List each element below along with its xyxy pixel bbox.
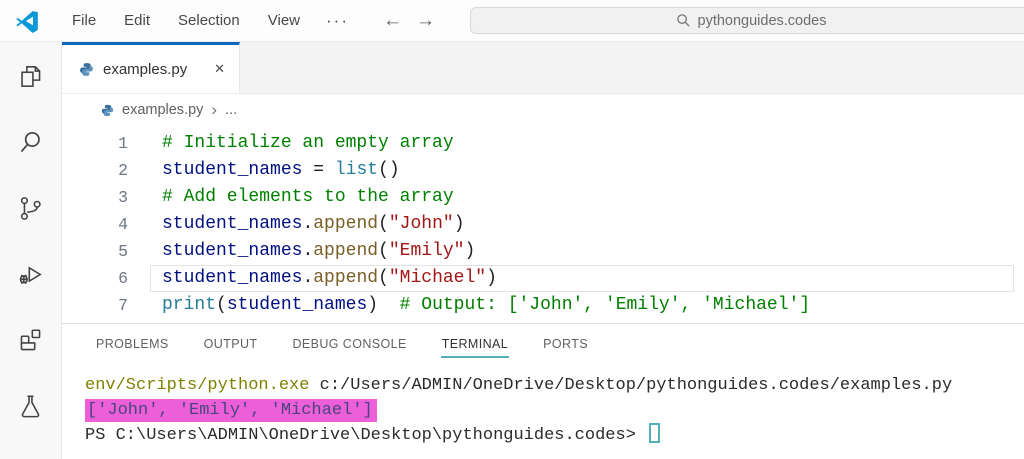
line-number: 7 bbox=[118, 296, 128, 315]
search-value: pythonguides.codes bbox=[697, 12, 827, 29]
terminal-lines: env/Scripts/python.exe c:/Users/ADMIN/On… bbox=[85, 373, 1024, 448]
tab-bar: examples.py ✕ bbox=[62, 42, 1024, 94]
run-debug-icon[interactable] bbox=[9, 252, 53, 296]
python-file-icon bbox=[100, 103, 115, 118]
line-number: 5 bbox=[118, 242, 128, 261]
terminal-text: env/Scripts/python.exe bbox=[85, 376, 310, 395]
search-icon bbox=[676, 14, 690, 27]
testing-icon[interactable] bbox=[9, 384, 53, 428]
code-line[interactable]: 6 student_names.append("Michael") bbox=[62, 265, 1024, 292]
terminal-text: PS C:\Users\ADMIN\OneDrive\Desktop\pytho… bbox=[85, 426, 647, 445]
breadcrumb-file[interactable]: examples.py bbox=[122, 102, 203, 118]
code-line[interactable]: 2 student_names = list() bbox=[62, 157, 1024, 184]
terminal-line: ['John', 'Emily', 'Michael'] bbox=[85, 398, 1024, 423]
line-number: 4 bbox=[118, 215, 128, 234]
code-line[interactable]: 3 # Add elements to the array bbox=[62, 184, 1024, 211]
close-icon[interactable]: ✕ bbox=[210, 59, 229, 79]
menu-edit[interactable]: Edit bbox=[110, 8, 164, 33]
python-file-icon bbox=[78, 61, 95, 78]
chevron-right-icon: › bbox=[211, 100, 218, 119]
menu-selection[interactable]: Selection bbox=[164, 8, 254, 33]
line-number: 1 bbox=[118, 134, 128, 153]
explorer-icon[interactable] bbox=[9, 54, 53, 98]
code-lines: 1 # Initialize an empty array 2 student_nam… bbox=[62, 130, 1024, 319]
history-nav: ← → bbox=[383, 11, 435, 30]
back-arrow-icon[interactable]: ← bbox=[383, 11, 402, 30]
panel-tab-debug-console[interactable]: DEBUG CONSOLE bbox=[291, 326, 407, 362]
terminal-line: PS C:\Users\ADMIN\OneDrive\Desktop\pytho… bbox=[85, 423, 1024, 448]
tab-examples-py[interactable]: examples.py ✕ bbox=[62, 42, 240, 93]
menu-bar: File Edit Selection View ··· bbox=[58, 7, 361, 35]
panel-tab-terminal[interactable]: TERMINAL bbox=[440, 326, 510, 362]
code-line[interactable]: 1 # Initialize an empty array bbox=[62, 130, 1024, 157]
code-editor[interactable]: 1 # Initialize an empty array 2 student_nam… bbox=[62, 126, 1024, 323]
menu-more-icon[interactable]: ··· bbox=[314, 7, 361, 35]
code-text: student_names.append("Michael") bbox=[162, 268, 497, 288]
panel-tab-ports[interactable]: PORTS bbox=[542, 326, 589, 362]
code-text: # Initialize an empty array bbox=[162, 133, 454, 153]
code-text: print(student_names) # Output: ['John', … bbox=[162, 295, 811, 315]
panel-tabs: PROBLEMS OUTPUT DEBUG CONSOLE TERMINAL PORTS bbox=[62, 324, 1024, 364]
menu-file[interactable]: File bbox=[58, 8, 110, 33]
terminal-text: c:/Users/ADMIN/OneDrive/Desktop/pythongu… bbox=[309, 376, 953, 395]
terminal-line: env/Scripts/python.exe c:/Users/ADMIN/On… bbox=[85, 373, 1024, 398]
code-line[interactable]: 4 student_names.append("John") bbox=[62, 211, 1024, 238]
code-text: student_names.append("John") bbox=[162, 214, 465, 234]
extensions-icon[interactable] bbox=[9, 318, 53, 362]
code-line[interactable]: 7 print(student_names) # Output: ['John',… bbox=[62, 292, 1024, 319]
terminal[interactable]: env/Scripts/python.exe c:/Users/ADMIN/On… bbox=[62, 364, 1024, 459]
vscode-window: File Edit Selection View ··· ← → pythong… bbox=[0, 0, 1024, 459]
bottom-panel: PROBLEMS OUTPUT DEBUG CONSOLE TERMINAL PORTS… bbox=[62, 323, 1024, 459]
terminal-cursor[interactable] bbox=[649, 423, 661, 444]
line-number: 3 bbox=[118, 188, 128, 207]
vscode-logo-icon bbox=[14, 8, 40, 34]
code-text: student_names = list() bbox=[162, 160, 400, 180]
code-line[interactable]: 5 student_names.append("Emily") bbox=[62, 238, 1024, 265]
tab-label: examples.py bbox=[103, 60, 188, 78]
activity-bar bbox=[0, 42, 62, 459]
source-control-icon[interactable] bbox=[9, 186, 53, 230]
code-text: # Add elements to the array bbox=[162, 187, 454, 207]
panel-tab-output[interactable]: OUTPUT bbox=[203, 326, 259, 362]
title-bar: File Edit Selection View ··· ← → pythong… bbox=[0, 0, 1024, 42]
search-input[interactable]: pythonguides.codes bbox=[470, 7, 1024, 34]
line-number: 2 bbox=[118, 161, 128, 180]
menu-view[interactable]: View bbox=[254, 8, 314, 33]
breadcrumb-more[interactable]: ... bbox=[225, 102, 237, 118]
panel-tab-problems[interactable]: PROBLEMS bbox=[95, 326, 170, 362]
line-number: 6 bbox=[118, 269, 128, 288]
code-text: student_names.append("Emily") bbox=[162, 241, 476, 261]
search-sidebar-icon[interactable] bbox=[9, 120, 53, 164]
forward-arrow-icon[interactable]: → bbox=[416, 11, 435, 30]
terminal-output-highlighted: ['John', 'Emily', 'Michael'] bbox=[85, 399, 377, 422]
breadcrumb: examples.py › ... bbox=[62, 94, 1024, 126]
